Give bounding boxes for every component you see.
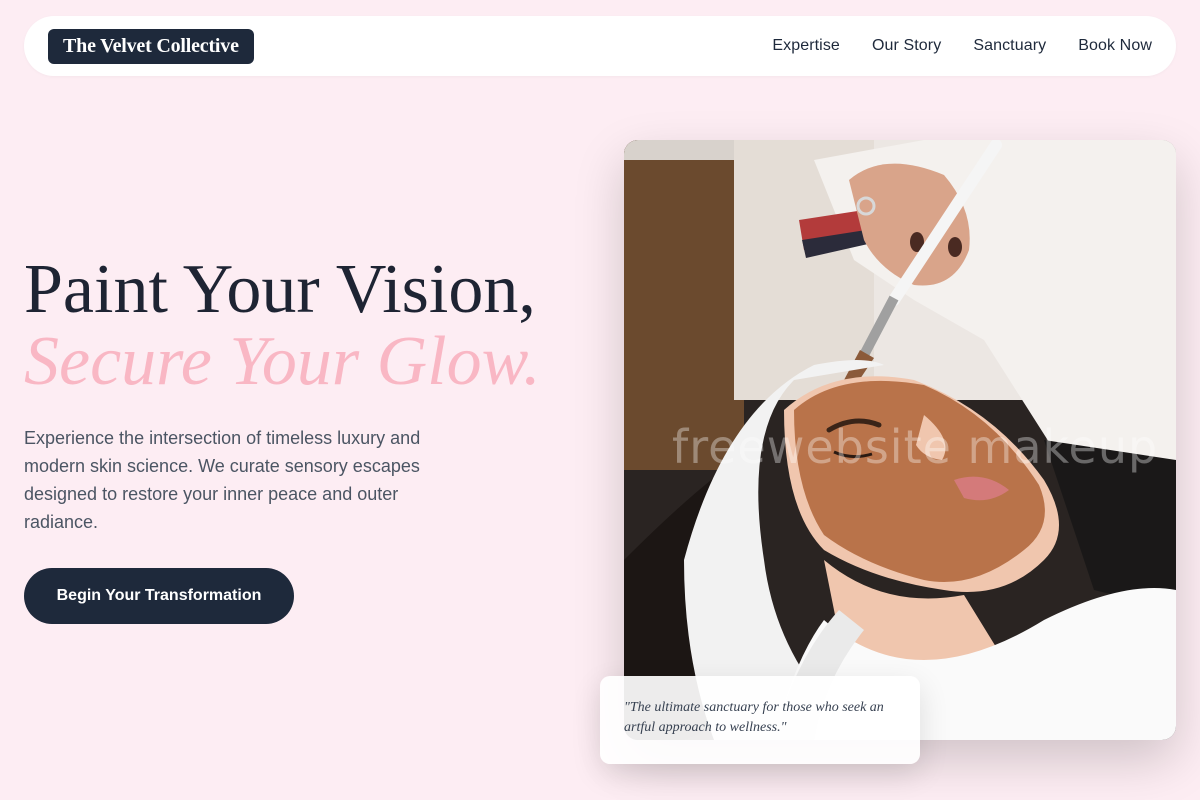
top-nav: The Velvet Collective Expertise Our Stor… xyxy=(24,16,1176,76)
nav-link-book-now[interactable]: Book Now xyxy=(1078,37,1152,55)
nav-link-expertise[interactable]: Expertise xyxy=(772,37,840,55)
testimonial-quote-card: "The ultimate sanctuary for those who se… xyxy=(600,676,920,764)
nav-links: Expertise Our Story Sanctuary Book Now xyxy=(772,37,1152,55)
nav-link-our-story[interactable]: Our Story xyxy=(872,37,941,55)
testimonial-quote-text: "The ultimate sanctuary for those who se… xyxy=(624,700,884,735)
nav-link-sanctuary[interactable]: Sanctuary xyxy=(973,37,1046,55)
begin-transformation-button[interactable]: Begin Your Transformation xyxy=(24,568,294,624)
image-watermark: freewebsite makeup xyxy=(672,420,1159,474)
brand-logo[interactable]: The Velvet Collective xyxy=(48,28,254,64)
hero-description: Experience the intersection of timeless … xyxy=(24,428,421,532)
hero-title-line1: Paint Your Vision, xyxy=(24,251,536,328)
hero-title-line2: Secure Your Glow. xyxy=(24,323,541,400)
hero-title: Paint Your Vision, Secure Your Glow. xyxy=(24,254,541,398)
